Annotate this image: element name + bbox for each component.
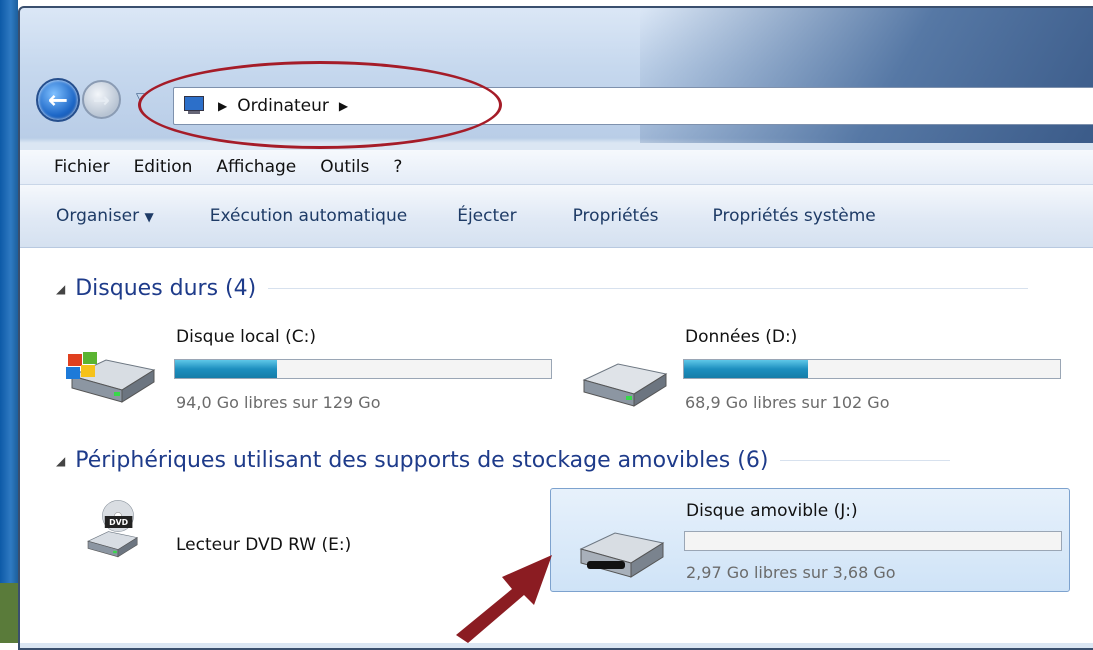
collapse-triangle-icon: ◢	[56, 453, 66, 468]
organize-label: Organiser	[56, 206, 140, 226]
removable-drive-icon	[579, 532, 665, 578]
group-removable[interactable]: ◢ Périphériques utilisant des supports d…	[56, 448, 951, 473]
capacity-bar	[683, 359, 1061, 379]
caret-down-icon: ▼	[144, 210, 154, 224]
back-button[interactable]: ←	[36, 78, 80, 122]
history-dropdown[interactable]: ▽	[136, 90, 145, 104]
system-drive-icon	[66, 352, 156, 403]
organize-button[interactable]: Organiser ▼	[56, 206, 154, 226]
address-bar[interactable]: ▶ Ordinateur ▶	[173, 87, 1093, 125]
drive-name: Lecteur DVD RW (E:)	[176, 535, 352, 555]
breadcrumb-separator-icon[interactable]: ▶	[339, 99, 348, 113]
drive-j[interactable]: Disque amovible (J:) 2,97 Go libres sur …	[550, 488, 1070, 592]
free-space-label: 68,9 Go libres sur 102 Go	[685, 393, 890, 412]
desktop-edge	[0, 0, 18, 643]
drive-name: Données (D:)	[685, 327, 798, 347]
menu-bar: Fichier Edition Affichage Outils ?	[20, 150, 1093, 185]
menu-affichage[interactable]: Affichage	[216, 157, 296, 177]
group-divider	[268, 288, 1029, 289]
hard-drive-icon	[582, 363, 668, 407]
drive-name: Disque amovible (J:)	[686, 501, 858, 521]
annotation-arrow-icon	[456, 555, 552, 643]
menu-edition[interactable]: Edition	[134, 157, 193, 177]
dvd-drive-icon: DVD	[87, 500, 138, 558]
computer-icon	[180, 96, 208, 116]
properties-button[interactable]: Propriétés	[573, 206, 659, 226]
chevron-down-icon: ▽	[136, 90, 146, 104]
menu-outils[interactable]: Outils	[320, 157, 369, 177]
group-label: Périphériques utilisant des supports de …	[75, 448, 769, 473]
command-bar: Organiser ▼ Exécution automatique Éjecte…	[20, 185, 1093, 248]
dvd-label: DVD	[109, 518, 129, 527]
breadcrumb-ordinateur[interactable]: Ordinateur	[237, 96, 329, 116]
forward-button[interactable]: →	[82, 80, 121, 119]
capacity-fill	[684, 360, 809, 378]
autoplay-button[interactable]: Exécution automatique	[210, 206, 407, 226]
collapse-triangle-icon: ◢	[56, 281, 66, 296]
capacity-bar	[174, 359, 552, 379]
group-divider	[780, 460, 951, 461]
breadcrumb-separator-icon[interactable]: ▶	[218, 99, 227, 113]
drive-name: Disque local (C:)	[176, 327, 316, 347]
eject-button[interactable]: Éjecter	[457, 206, 516, 226]
menu-fichier[interactable]: Fichier	[54, 157, 110, 177]
arrow-left-icon: ←	[47, 86, 69, 114]
group-label: Disques durs (4)	[75, 276, 257, 301]
capacity-fill	[175, 360, 277, 378]
free-space-label: 2,97 Go libres sur 3,68 Go	[686, 563, 896, 582]
arrow-right-icon: →	[93, 87, 110, 112]
menu-help[interactable]: ?	[393, 157, 402, 177]
system-properties-button[interactable]: Propriétés système	[713, 206, 876, 226]
group-hard-disks[interactable]: ◢ Disques durs (4)	[56, 276, 1029, 301]
capacity-bar	[684, 531, 1062, 551]
free-space-label: 94,0 Go libres sur 129 Go	[176, 393, 381, 412]
